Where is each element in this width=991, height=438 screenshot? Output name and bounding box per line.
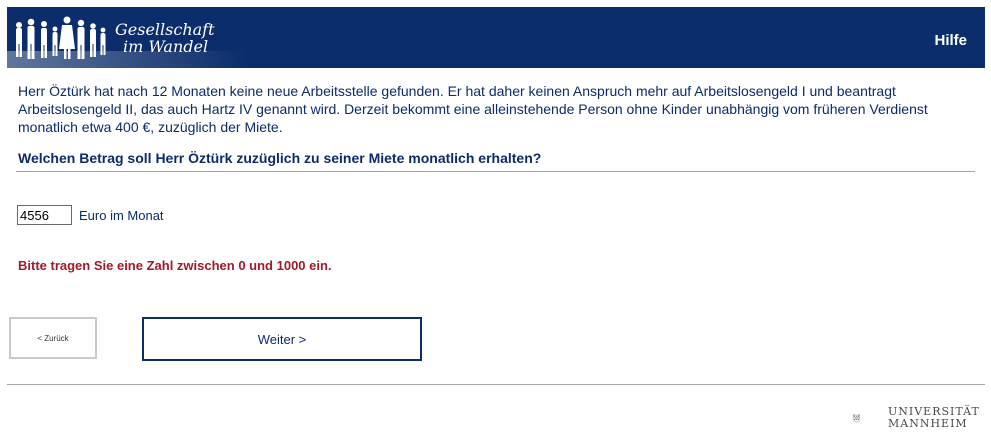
footer-divider: [7, 384, 985, 385]
question-text: Welchen Betrag soll Herr Öztürk zuzüglic…: [18, 150, 542, 166]
back-button[interactable]: < Zurück: [9, 317, 97, 359]
amount-input[interactable]: [17, 205, 72, 225]
intro-text: Herr Öztürk hat nach 12 Monaten keine ne…: [18, 83, 928, 135]
university-crest-icon: [852, 413, 860, 423]
error-message: Bitte tragen Sie eine Zahl zwischen 0 un…: [18, 258, 332, 273]
next-button[interactable]: Weiter >: [142, 317, 422, 361]
question-divider: [16, 171, 975, 172]
unit-label: Euro im Monat: [79, 208, 164, 223]
gesellschaft-im-wandel-logo: Gesellschaft im Wandel: [7, 7, 247, 68]
logo-title-line2: im Wandel: [123, 37, 209, 56]
help-link[interactable]: Hilfe: [934, 32, 967, 49]
header-banner: Gesellschaft im Wandel Hilfe: [7, 7, 985, 68]
university-name-line2: MANNHEIM: [888, 417, 968, 430]
